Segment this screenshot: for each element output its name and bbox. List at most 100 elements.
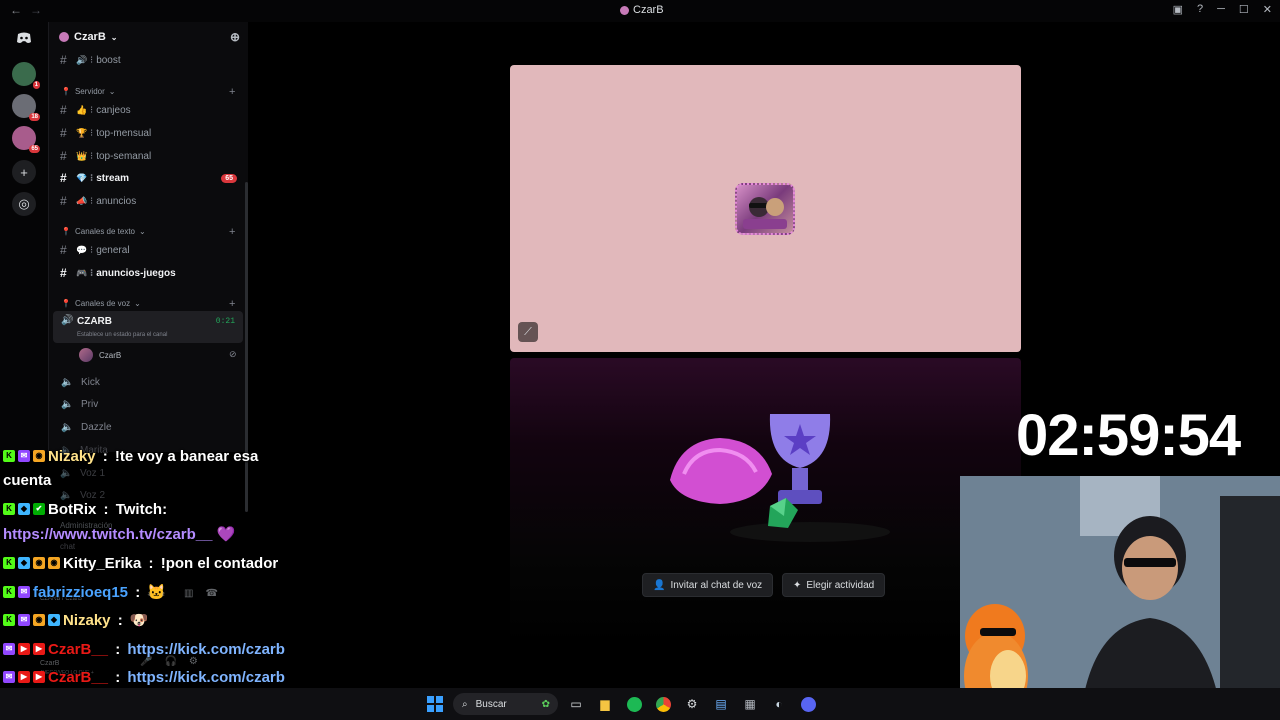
- chevron-down-icon: ⌄: [110, 32, 118, 42]
- chat-username[interactable]: Nizaky: [63, 612, 111, 629]
- add-person-icon: 👤: [653, 579, 666, 591]
- chat-badge-icon: ✉: [18, 614, 30, 626]
- channel-emoji: 🏆: [76, 127, 88, 138]
- channel-emoji: 💬: [76, 244, 88, 255]
- add-server-icon[interactable]: +: [12, 160, 36, 184]
- add-member-icon[interactable]: ⊕: [230, 30, 240, 44]
- chat-message: K ✉ ◉ ◆ Nizaky : 🐶: [3, 608, 149, 632]
- chat-badge-icon: ◉: [33, 557, 45, 569]
- minimize-button[interactable]: ─: [1217, 3, 1225, 16]
- channel-anuncios[interactable]: # 📣 ⁝ anuncios: [49, 191, 247, 211]
- chat-badge-icon: ✉: [3, 671, 15, 683]
- category-voz[interactable]: 📍 Canales de voz ⌄ +: [61, 298, 235, 310]
- voice-status-text[interactable]: Establece un estado para el canal: [77, 332, 167, 338]
- chrome-icon[interactable]: [652, 693, 674, 715]
- chat-separator: :: [98, 447, 112, 465]
- chat-username[interactable]: BotRix: [48, 501, 96, 518]
- voice-participant[interactable]: CzarB: [79, 345, 121, 365]
- server-icon-2[interactable]: 18: [12, 94, 40, 121]
- chat-message: K ✉ ◉ Nizaky : !te voy a banear esa: [3, 444, 258, 468]
- hash-icon: #: [60, 171, 67, 185]
- spotify-icon[interactable]: [623, 693, 645, 715]
- channel-emoji: 👍: [76, 104, 88, 115]
- speaker-icon: 🔈: [60, 467, 73, 479]
- voice-channel-label: Priv: [81, 398, 99, 410]
- file-explorer-icon[interactable]: ▆: [594, 693, 616, 715]
- taskbar-search[interactable]: ⌕ Buscar ✿: [453, 693, 558, 715]
- discover-icon[interactable]: ◎: [12, 192, 36, 216]
- add-channel-icon[interactable]: +: [229, 298, 235, 310]
- app-icon[interactable]: ⚙: [681, 693, 703, 715]
- choose-activity-button[interactable]: ✦ Elegir actividad: [782, 573, 886, 597]
- pin-icon: 📍: [61, 87, 71, 96]
- chat-text[interactable]: https://kick.com/czarb: [127, 641, 285, 658]
- server-2-badge: 18: [29, 113, 40, 121]
- category-servidor[interactable]: 📍 Servidor ⌄ +: [61, 86, 235, 98]
- channel-stream[interactable]: # 💎 ⁝ stream 65: [49, 168, 247, 188]
- calculator-icon[interactable]: ▦: [739, 693, 761, 715]
- speaker-icon: 🔈: [61, 376, 74, 388]
- chat-separator: :: [113, 611, 127, 629]
- chat-text[interactable]: https://www.twitch.tv/czarb__ 💜: [3, 525, 235, 543]
- soundboard-icon[interactable]: ▥: [184, 588, 193, 599]
- server-icon-czarb[interactable]: 65: [12, 126, 40, 153]
- channel-anuncios-juegos[interactable]: # 🎮 ⁝ anuncios-juegos: [49, 263, 247, 283]
- server-icon-1[interactable]: 1: [12, 62, 40, 89]
- pin-icon: 📍: [61, 299, 71, 308]
- chat-badge-icon: ▶: [18, 671, 30, 683]
- hash-icon: #: [60, 126, 67, 140]
- forward-arrow-icon[interactable]: →: [30, 3, 42, 17]
- chat-username[interactable]: Kitty_Erika: [63, 555, 141, 572]
- channel-label: general: [96, 244, 130, 256]
- voice-channel-dazzle[interactable]: 🔈 Dazzle: [61, 417, 112, 437]
- chat-text: 🐶: [129, 612, 149, 629]
- help-icon[interactable]: ?: [1197, 3, 1203, 16]
- chat-username[interactable]: fabrizzioeq15: [33, 584, 128, 601]
- category-texto[interactable]: 📍 Canales de texto ⌄ +: [61, 226, 235, 238]
- voice-channel-kick[interactable]: 🔈 Kick: [61, 372, 100, 392]
- chat-badge-icon: ▶: [33, 643, 45, 655]
- windows-icon[interactable]: [424, 693, 446, 715]
- activity-panel: [510, 358, 1021, 646]
- server-header[interactable]: CzarB ⌄ ⊕: [49, 22, 248, 52]
- channel-emoji: 👑: [76, 150, 88, 161]
- channel-top-semanal[interactable]: # 👑 ⁝ top-semanal: [49, 146, 247, 166]
- invite-to-voice-button[interactable]: 👤 Invitar al chat de voz: [642, 573, 774, 597]
- chat-text[interactable]: https://kick.com/czarb: [127, 669, 285, 686]
- screen-share-tile[interactable]: ⟋: [510, 65, 1021, 352]
- chat-username[interactable]: CzarB__: [48, 641, 108, 658]
- channel-top-mensual[interactable]: # 🏆 ⁝ top-mensual: [49, 123, 247, 143]
- maximize-button[interactable]: ☐: [1239, 3, 1249, 16]
- pin-icon: 📍: [61, 227, 71, 236]
- steam-icon[interactable]: ◐: [768, 693, 790, 715]
- channel-general[interactable]: # 💬 ⁝ general: [49, 240, 247, 260]
- activity-rocket-icon: ✦: [793, 579, 802, 591]
- chat-username[interactable]: Nizaky: [48, 448, 96, 465]
- speaker-icon: 🔈: [61, 398, 74, 410]
- channel-label: top-mensual: [96, 127, 152, 139]
- notepad-icon[interactable]: ▤: [710, 693, 732, 715]
- add-channel-icon[interactable]: +: [229, 226, 235, 238]
- channel-label: anuncios-juegos: [96, 267, 176, 279]
- speaker-icon: 🔊: [61, 315, 74, 326]
- add-channel-icon[interactable]: +: [229, 86, 235, 98]
- voice-channel-priv[interactable]: 🔈 Priv: [61, 394, 98, 414]
- channel-label: boost: [96, 54, 121, 66]
- voice-channel-czarb[interactable]: 🔊 CZARB 0:21 Establece un estado para el…: [53, 311, 243, 343]
- channel-boost[interactable]: # 🔊 ⁝ boost: [49, 50, 247, 70]
- discord-home-icon[interactable]: [12, 26, 36, 50]
- channel-separator: ⁝: [90, 267, 94, 279]
- discord-icon[interactable]: [797, 693, 819, 715]
- chat-message: K ◆ ◉ ◉ Kitty_Erika : !pon el contador: [3, 551, 278, 575]
- hash-icon: #: [60, 53, 67, 67]
- back-arrow-icon[interactable]: ←: [10, 3, 22, 17]
- chat-username[interactable]: CzarB__: [48, 669, 108, 686]
- channel-canjeos[interactable]: # 👍 ⁝ canjeos: [49, 100, 247, 120]
- inbox-icon[interactable]: ▣: [1173, 3, 1183, 16]
- channel-separator: ⁝: [90, 104, 94, 116]
- disconnect-icon[interactable]: ☎: [205, 588, 217, 599]
- chat-badge-icon: ▶: [18, 643, 30, 655]
- voice-channel-label: Kick: [81, 376, 100, 388]
- task-view-icon[interactable]: ▭: [565, 693, 587, 715]
- close-button[interactable]: ✕: [1263, 3, 1272, 16]
